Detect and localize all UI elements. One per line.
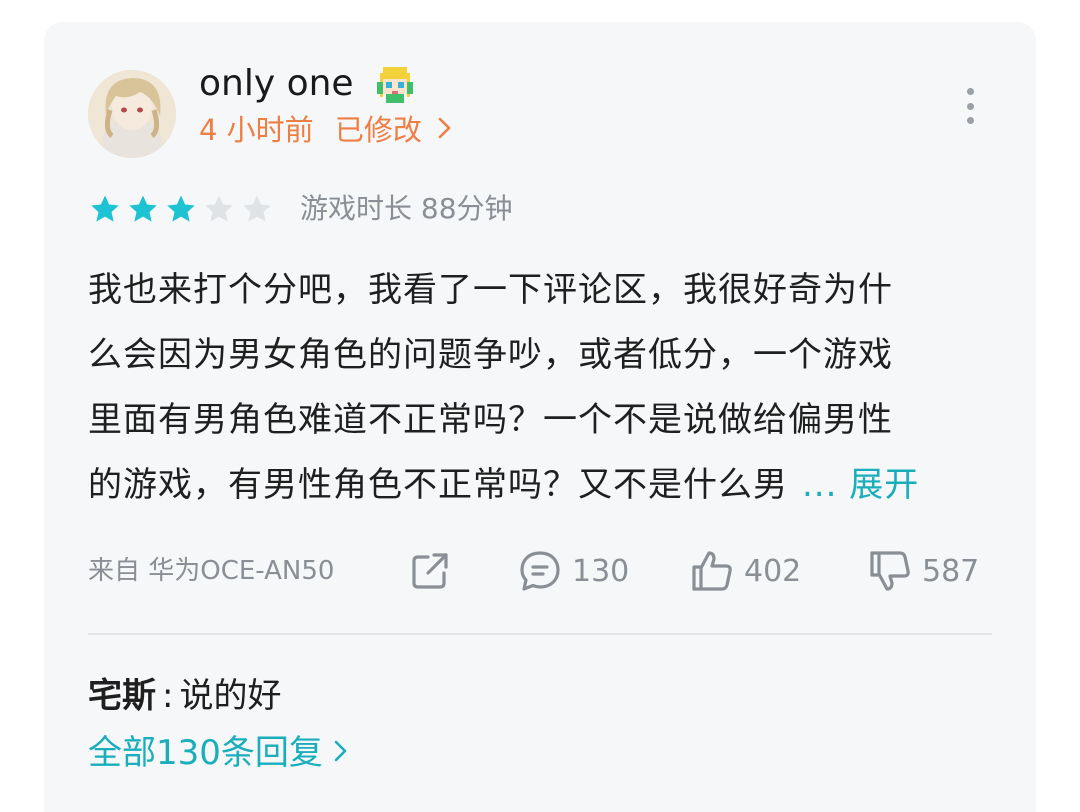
review-card: only one 4 小时前 已修改 游戏时长 88分钟 我也来打个分吧，我看了… [44, 22, 1036, 812]
avatar[interactable] [88, 70, 176, 158]
more-options-icon[interactable] [952, 86, 988, 126]
star-empty-icon [205, 195, 233, 222]
dislike-count: 587 [922, 553, 980, 589]
comment-count: 130 [572, 553, 630, 589]
like-count: 402 [744, 553, 802, 589]
chevron-right-icon [437, 110, 453, 150]
thumbs-up-icon [692, 551, 732, 591]
post-time: 4 小时前 [199, 113, 314, 147]
reply-separator: : [162, 676, 174, 716]
reply-preview[interactable]: 宅斯: 说的好 [88, 672, 281, 720]
device-label: 来自 华为OCE-AN50 [88, 556, 335, 586]
post-meta[interactable]: 4 小时前 已修改 [199, 110, 453, 150]
share-button[interactable] [406, 544, 454, 598]
playtime: 游戏时长 88分钟 [300, 192, 513, 225]
review-content[interactable]: 我也来打个分吧，我看了一下评论区，我很好奇为什 么会因为男女角色的问题争吵，或者… [88, 258, 988, 518]
review-content-line: 里面有男角色难道不正常吗？一个不是说做给偏男性 [88, 400, 893, 440]
avatar-image [88, 70, 176, 158]
star-filled-icon [167, 195, 195, 222]
star-filled-icon [129, 195, 157, 222]
chevron-right-icon [333, 737, 349, 772]
review-footer: 来自 华为OCE-AN50 130 402 587 [88, 544, 988, 598]
share-icon [412, 553, 448, 589]
comment-button[interactable]: 130 [516, 544, 629, 598]
reply-text: 说的好 [179, 676, 282, 716]
divider [88, 633, 992, 635]
review-content-line: 我也来打个分吧，我看了一下评论区，我很好奇为什 [88, 270, 893, 310]
review-content-line-last: 的游戏，有男性角色不正常吗？又不是什么男 ... 展开 [88, 453, 988, 518]
review-content-line: 么会因为男女角色的问题争吵，或者低分，一个游戏 [88, 335, 893, 375]
rating-stars [88, 192, 274, 226]
dislike-button[interactable]: 587 [866, 544, 979, 598]
star-filled-icon [91, 195, 119, 222]
pixel-character-badge-icon [374, 64, 416, 106]
thumbs-down-icon [870, 551, 910, 591]
all-replies-label: 全部130条回复 [88, 733, 323, 773]
expand-link[interactable]: ... 展开 [802, 465, 919, 505]
review-content-line: 的游戏，有男性角色不正常吗？又不是什么男 [88, 465, 788, 505]
like-button[interactable]: 402 [688, 544, 801, 598]
comment-icon [520, 551, 560, 591]
star-empty-icon [243, 195, 271, 222]
username[interactable]: only one [199, 60, 354, 108]
all-replies-link[interactable]: 全部130条回复 [88, 729, 349, 779]
edited-label: 已修改 [334, 113, 422, 147]
reply-author[interactable]: 宅斯 [88, 676, 156, 716]
